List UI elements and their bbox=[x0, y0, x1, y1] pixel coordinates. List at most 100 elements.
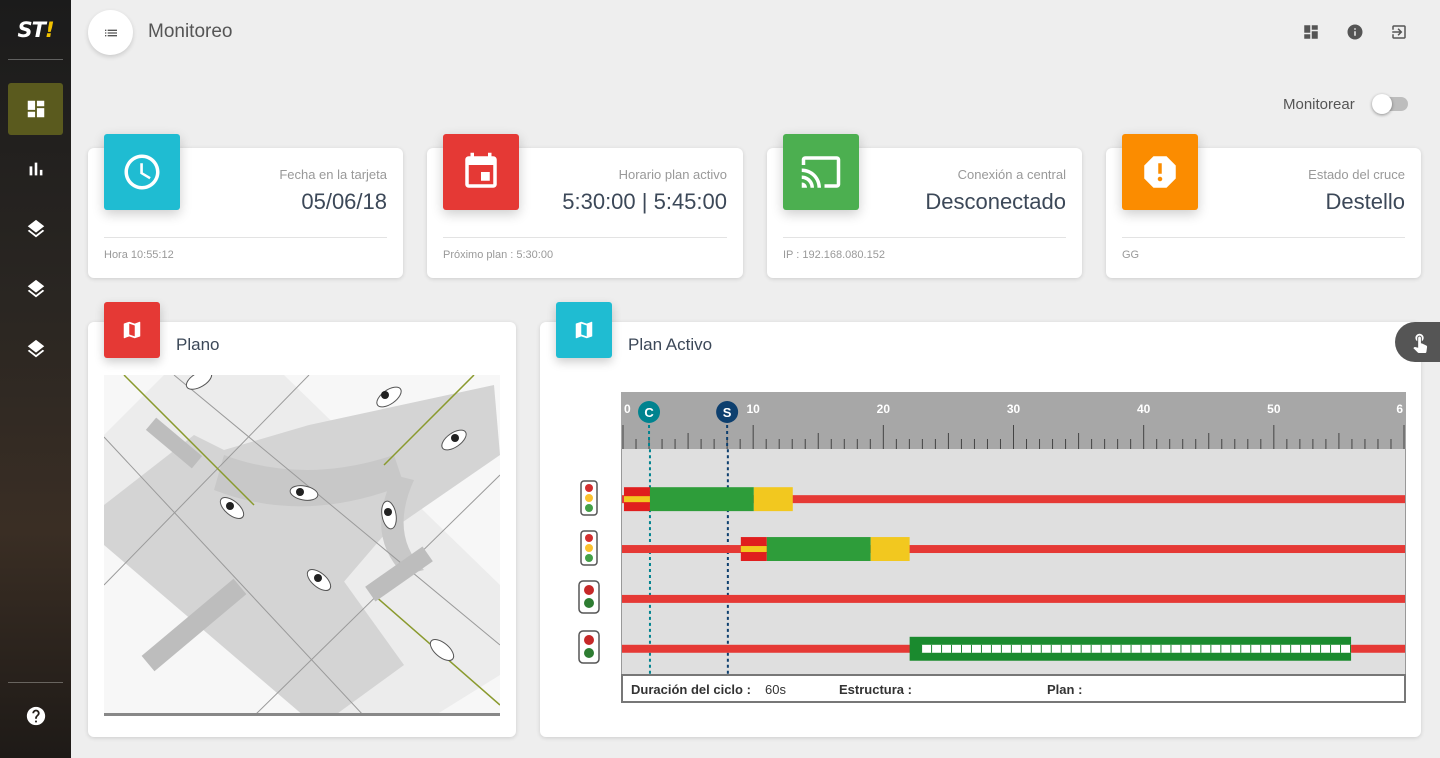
card-date-icon-box bbox=[104, 134, 180, 210]
card-connection: Conexión a central Desconectado IP : 192… bbox=[767, 134, 1082, 278]
card-footer: Próximo plan : 5:30:00 bbox=[443, 249, 554, 261]
layers-icon bbox=[27, 279, 44, 298]
marker-label: S bbox=[723, 405, 732, 420]
card-connection-icon-box bbox=[783, 134, 859, 210]
signal-yellow-segment bbox=[870, 537, 910, 562]
chart-icon bbox=[29, 162, 42, 176]
timeline-lanes bbox=[621, 449, 1406, 674]
dashboard-icon bbox=[1304, 25, 1318, 39]
signal-head-1 bbox=[580, 480, 598, 521]
plano-icon-box bbox=[104, 302, 160, 358]
traffic-light-icon bbox=[580, 530, 598, 566]
signal-yellow-segment bbox=[753, 487, 793, 512]
ruler-tick-label: 30 bbox=[1007, 402, 1021, 416]
card-category: Horario plan activo bbox=[618, 167, 727, 182]
plano-title: Plano bbox=[176, 335, 220, 354]
signal-green-segment bbox=[649, 487, 754, 512]
logout-button[interactable] bbox=[1389, 22, 1409, 42]
pedestrian-light-icon bbox=[578, 580, 600, 614]
dashboard-button[interactable] bbox=[1301, 22, 1321, 42]
app-logo[interactable]: ST! bbox=[0, 18, 71, 42]
sidebar: ST! bbox=[0, 0, 71, 758]
signal-green-segment bbox=[766, 537, 871, 562]
cycle-duration-value: 60s bbox=[765, 682, 786, 697]
card-divider bbox=[104, 237, 387, 238]
timeline-ruler: 0 10 20 30 40 50 6 C S bbox=[621, 392, 1406, 449]
sidebar-divider bbox=[8, 682, 63, 683]
card-footer: IP : 192.168.080.152 bbox=[783, 249, 885, 261]
signal-redyellow-stripe bbox=[623, 496, 650, 503]
card-category: Conexión a central bbox=[957, 167, 1066, 182]
sidebar-item-layers-2[interactable] bbox=[8, 263, 63, 315]
card-date: Fecha en la tarjeta 05/06/18 Hora 10:55:… bbox=[88, 134, 403, 278]
card-crossing-state: Estado del cruce Destello GG bbox=[1106, 134, 1421, 278]
touch-fab-button[interactable] bbox=[1395, 322, 1440, 362]
menu-toggle-button[interactable] bbox=[88, 10, 133, 55]
card-footer: Hora 10:55:12 bbox=[104, 249, 174, 261]
cycle-duration-label: Duración del ciclo : bbox=[631, 682, 751, 697]
sidebar-item-layers-1[interactable] bbox=[8, 203, 63, 255]
toggle-knob bbox=[1372, 94, 1392, 114]
plan-label: Plan : bbox=[1047, 682, 1083, 697]
pedestrian-light-icon bbox=[578, 630, 600, 664]
sidebar-item-layers-3[interactable] bbox=[8, 323, 63, 375]
ruler-tick-label: 10 bbox=[746, 402, 760, 416]
card-schedule: Horario plan activo 5:30:00 | 5:45:00 Pr… bbox=[427, 134, 743, 278]
monitor-toggle[interactable] bbox=[1372, 94, 1408, 114]
warning-icon bbox=[1144, 156, 1176, 188]
monitor-toggle-label: Monitorear bbox=[1283, 96, 1355, 113]
card-value: Desconectado bbox=[925, 189, 1066, 214]
signal-head-3 bbox=[578, 580, 600, 619]
card-divider bbox=[1122, 237, 1405, 238]
signal-red-base bbox=[622, 545, 1405, 554]
card-divider bbox=[443, 237, 727, 238]
ruler-tick-label: 0 bbox=[624, 402, 631, 416]
ruler-tick-label: 40 bbox=[1137, 402, 1151, 416]
marker-label: C bbox=[644, 405, 654, 420]
logout-icon bbox=[1392, 25, 1406, 39]
help-icon bbox=[26, 706, 45, 726]
info-icon bbox=[1347, 24, 1363, 40]
touch-icon bbox=[1413, 333, 1428, 353]
sidebar-item-stats[interactable] bbox=[8, 143, 63, 195]
list-icon bbox=[104, 29, 117, 36]
card-value: 05/06/18 bbox=[301, 189, 387, 214]
signal-redyellow-stripe bbox=[740, 546, 767, 553]
layers-icon bbox=[27, 219, 44, 238]
card-category: Estado del cruce bbox=[1308, 167, 1405, 182]
card-divider bbox=[783, 237, 1066, 238]
intersection-plan-image bbox=[104, 375, 500, 716]
signal-head-2 bbox=[580, 530, 598, 571]
sidebar-item-help[interactable] bbox=[8, 690, 63, 742]
sidebar-divider bbox=[8, 59, 63, 60]
traffic-light-icon bbox=[580, 480, 598, 516]
dashboard-icon bbox=[27, 100, 44, 118]
card-footer: GG bbox=[1122, 249, 1140, 261]
info-button[interactable] bbox=[1345, 22, 1365, 42]
plan-timeline: 0 10 20 30 40 50 6 C S Duración del ciclo : 60s … bbox=[621, 392, 1406, 703]
structure-label: Estructura : bbox=[839, 682, 912, 697]
page-title: Monitoreo bbox=[148, 21, 233, 42]
plan-activo-panel: Plan Activo 0 10 20 30 40 50 6 C S Duración del … bbox=[540, 302, 1421, 737]
signal-head-4 bbox=[578, 630, 600, 669]
calendar-icon bbox=[465, 152, 497, 188]
layers-icon bbox=[27, 339, 44, 358]
timeline-footer: Duración del ciclo : 60s Estructura : Pl… bbox=[621, 674, 1406, 703]
signal-flash-band bbox=[921, 644, 1352, 653]
plan-activo-title: Plan Activo bbox=[628, 335, 713, 354]
map-icon bbox=[575, 321, 593, 339]
sidebar-item-dashboard[interactable] bbox=[8, 83, 63, 135]
plano-panel: Plano bbox=[88, 302, 516, 737]
ruler-tick-label: 6 bbox=[1396, 402, 1403, 416]
card-category: Fecha en la tarjeta bbox=[279, 167, 387, 182]
map-icon bbox=[123, 321, 141, 339]
card-crossing-icon-box bbox=[1122, 134, 1198, 210]
plan-activo-icon-box bbox=[556, 302, 612, 358]
clock-icon bbox=[124, 154, 160, 190]
card-schedule-icon-box bbox=[443, 134, 519, 210]
card-value: Destello bbox=[1325, 189, 1405, 214]
card-value: 5:30:00 | 5:45:00 bbox=[562, 189, 727, 214]
ruler-tick-label: 50 bbox=[1267, 402, 1281, 416]
cast-icon bbox=[801, 156, 841, 188]
signal-red-base bbox=[622, 594, 1405, 603]
